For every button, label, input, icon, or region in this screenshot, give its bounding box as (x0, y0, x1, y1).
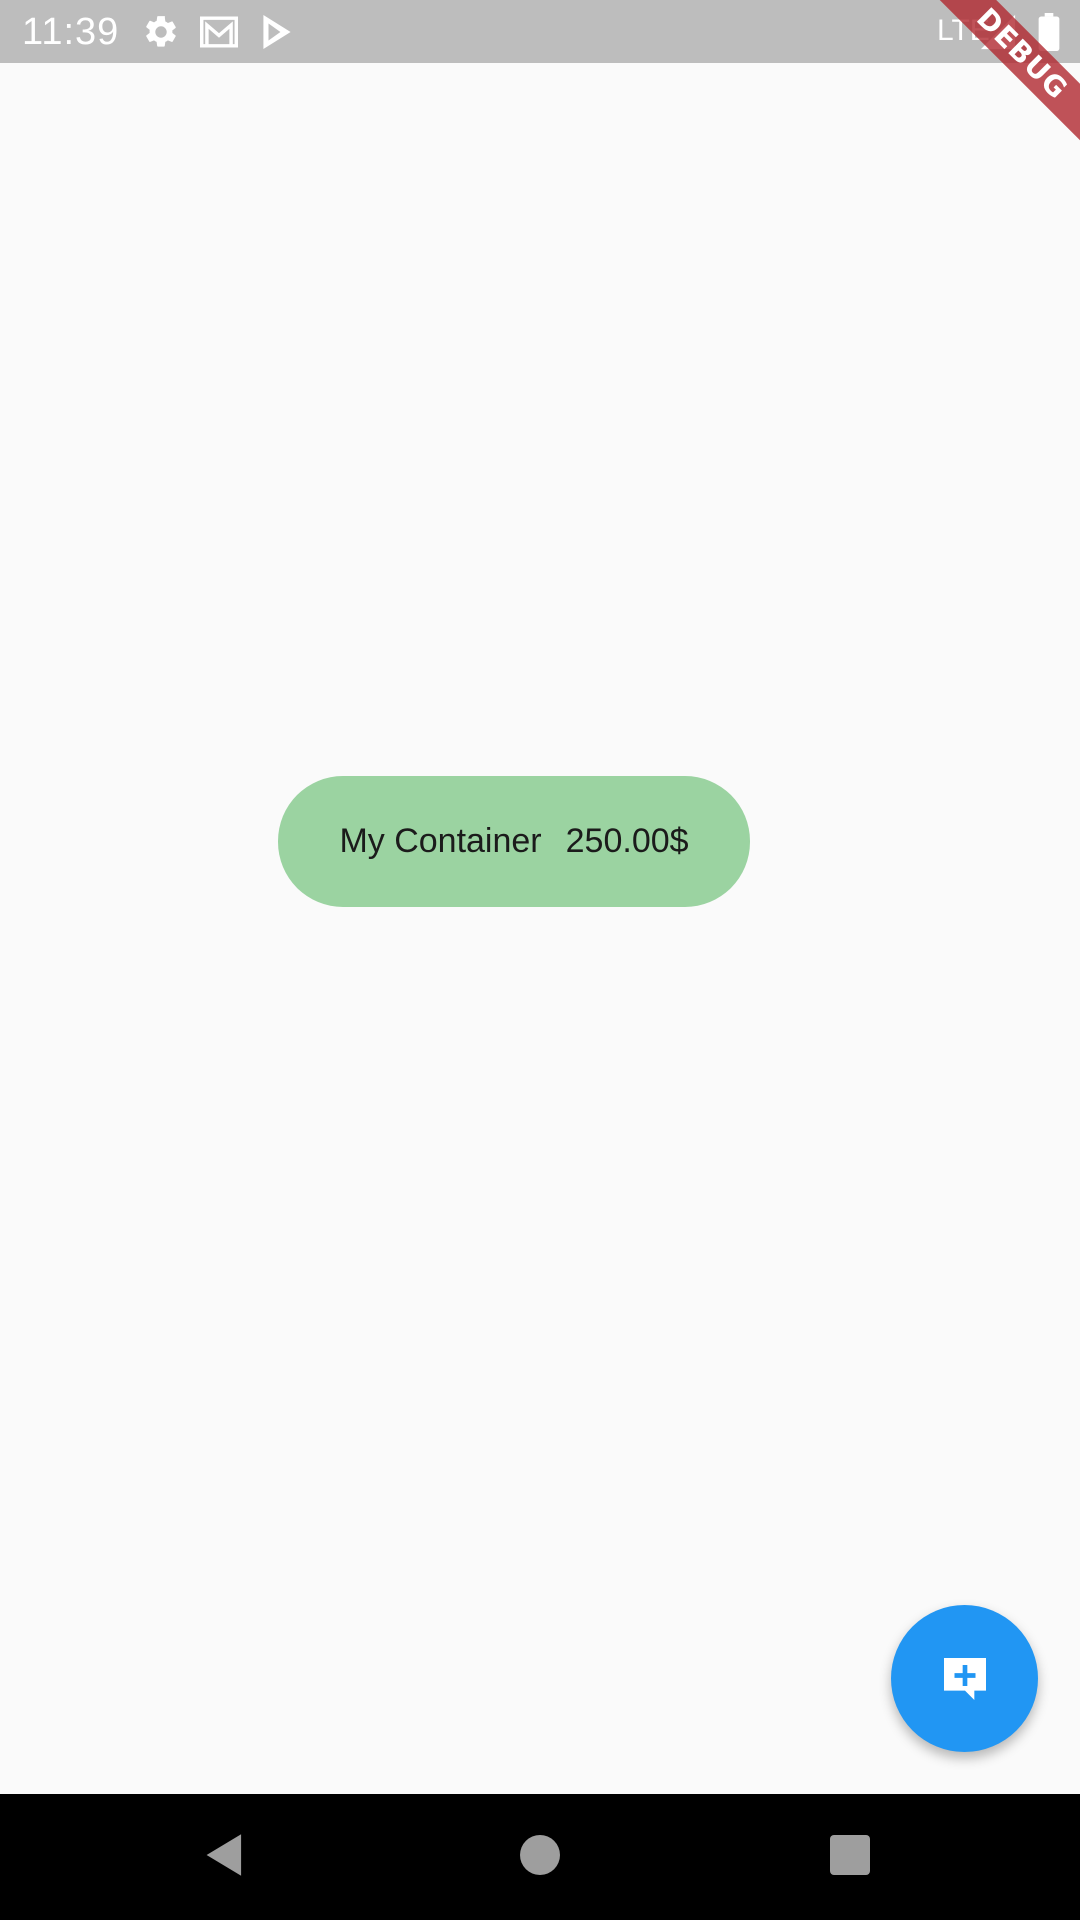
back-icon (202, 1832, 248, 1883)
home-button[interactable] (507, 1824, 573, 1890)
recents-icon (830, 1834, 870, 1880)
app-screen: 11:39 LTE DEBUG My Container 250.00$ (0, 0, 1080, 1920)
status-bar: 11:39 LTE (0, 0, 1080, 63)
recents-button[interactable] (817, 1824, 883, 1890)
container-card: My Container 250.00$ (278, 776, 750, 907)
home-icon (520, 1834, 560, 1880)
signal-icon (978, 13, 1018, 51)
gmail-icon (198, 13, 240, 51)
container-amount: 250.00$ (565, 822, 689, 860)
battery-icon (1038, 13, 1060, 52)
settings-icon (142, 13, 180, 51)
back-button[interactable] (192, 1824, 258, 1890)
navigation-bar (0, 1794, 1080, 1920)
status-time: 11:39 (22, 11, 120, 53)
container-title: My Container (339, 822, 542, 860)
play-store-icon (260, 13, 294, 51)
add-comment-icon (937, 1651, 993, 1707)
add-comment-button[interactable] (891, 1605, 1038, 1752)
